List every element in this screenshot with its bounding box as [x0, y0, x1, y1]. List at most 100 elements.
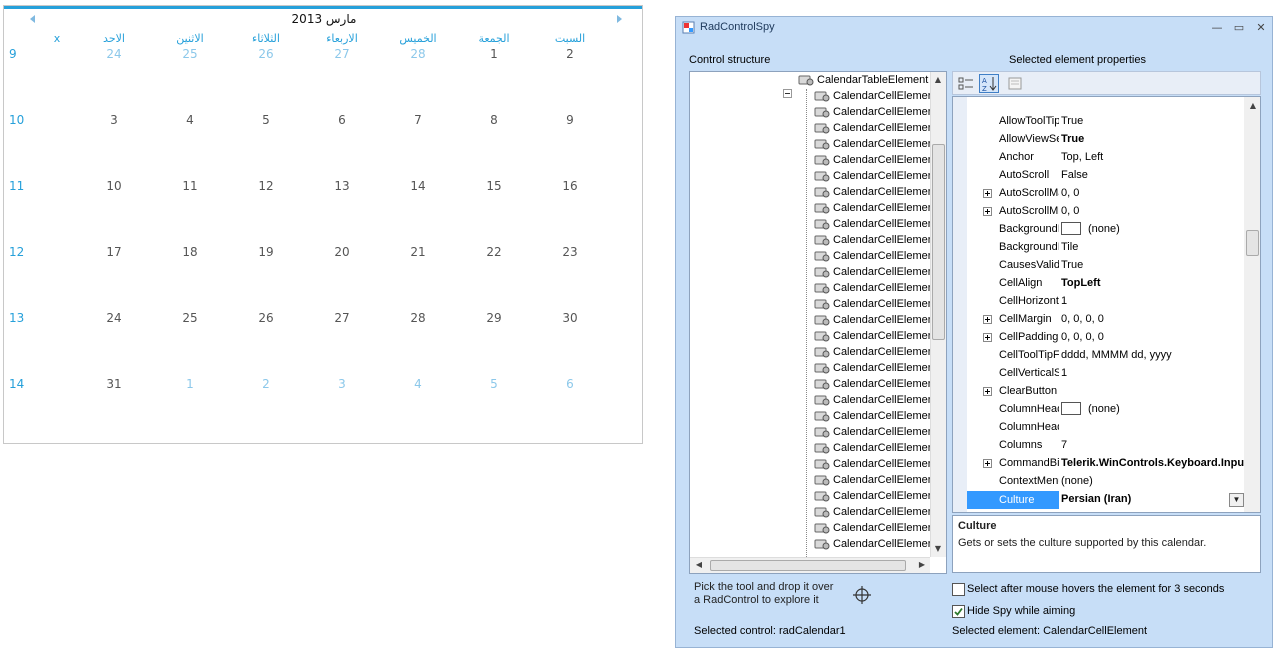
maximize-button[interactable]: ▭: [1230, 20, 1248, 36]
tree-node-cell[interactable]: CalendarCellElement: [814, 138, 937, 154]
calendar-day-cell[interactable]: 4: [152, 113, 228, 127]
property-row[interactable]: CellPadding 0, 0, 0, 0: [953, 329, 1244, 347]
calendar-day-cell[interactable]: 7: [380, 113, 456, 127]
calendar-day-cell[interactable]: 8: [456, 113, 532, 127]
calendar-day-cell[interactable]: 18: [152, 245, 228, 259]
property-row[interactable]: AllowToolTipsTrue: [953, 113, 1244, 131]
property-row[interactable]: CellVerticalSpacing1: [953, 365, 1244, 383]
tree-node-cell[interactable]: CalendarCellElement: [814, 202, 937, 218]
week-number[interactable]: 11: [9, 179, 24, 193]
property-row[interactable]: CommandBindingTelerik.WinControls.Keyboa…: [953, 455, 1244, 473]
tree-node-cell[interactable]: CalendarCellElement: [814, 362, 937, 378]
property-row[interactable]: CellMargin 0, 0, 0, 0: [953, 311, 1244, 329]
calendar-day-cell[interactable]: 16: [532, 179, 608, 193]
tree-node-cell[interactable]: CalendarCellElement: [814, 458, 937, 474]
property-value[interactable]: Tile: [1061, 241, 1078, 253]
property-pages-button[interactable]: [1005, 74, 1025, 93]
property-value[interactable]: 1: [1061, 295, 1067, 307]
property-row[interactable]: Culture Persian (Iran) ▼: [953, 491, 1244, 509]
tree-node-cell[interactable]: CalendarCellElement: [814, 330, 937, 346]
next-month-button[interactable]: [612, 12, 626, 26]
calendar-day-cell[interactable]: 21: [380, 245, 456, 259]
property-value[interactable]: 0, 0, 0, 0: [1061, 313, 1104, 325]
property-row[interactable]: ColumnHeaderText: [953, 419, 1244, 437]
control-tree[interactable]: CalendarTableElement CalendarCellElement…: [689, 71, 947, 574]
property-row[interactable]: AutoScroll False: [953, 167, 1244, 185]
property-value[interactable]: True: [1061, 115, 1083, 127]
expand-plus-icon[interactable]: [983, 333, 992, 342]
calendar-day-cell[interactable]: 17: [76, 245, 152, 259]
tree-node-cell[interactable]: CalendarCellElement: [814, 122, 937, 138]
calendar-day-cell[interactable]: 19: [228, 245, 304, 259]
property-row[interactable]: CellAlign TopLeft: [953, 275, 1244, 293]
property-value[interactable]: (none): [1061, 475, 1093, 487]
tree-vertical-scroll-thumb[interactable]: [932, 144, 945, 340]
expand-plus-icon[interactable]: [983, 387, 992, 396]
calendar-day-cell[interactable]: 6: [304, 113, 380, 127]
calendar-day-cell[interactable]: 28: [380, 311, 456, 325]
tree-node-cell[interactable]: CalendarCellElement: [814, 394, 937, 410]
property-row[interactable]: ColumnHeaderImage (none): [953, 401, 1244, 419]
property-value[interactable]: 0, 0: [1061, 205, 1079, 217]
tree-node-cell[interactable]: CalendarCellElement: [814, 90, 937, 106]
prev-month-button[interactable]: [26, 12, 40, 26]
tree-node-cell[interactable]: CalendarCellElement: [814, 154, 937, 170]
property-row[interactable]: CellHorizontalSpacing1: [953, 293, 1244, 311]
close-button[interactable]: ✕: [1252, 20, 1270, 36]
week-number[interactable]: 12: [9, 245, 24, 259]
tree-node-cell[interactable]: CalendarCellElement: [814, 506, 937, 522]
calendar-day-cell[interactable]: 3: [304, 377, 380, 391]
calendar-day-cell[interactable]: 2: [532, 47, 608, 61]
property-row[interactable]: BackgroundImageLayoutTile: [953, 239, 1244, 257]
property-value[interactable]: Telerik.WinControls.Keyboard.Inpu: [1061, 457, 1244, 469]
hover-select-checkbox[interactable]: [952, 583, 965, 596]
week-number[interactable]: 14: [9, 377, 24, 391]
tree-node-cell[interactable]: CalendarCellElement: [814, 250, 937, 266]
calendar-day-cell[interactable]: 30: [532, 311, 608, 325]
tree-node-cell[interactable]: CalendarCellElement: [814, 282, 937, 298]
tree-node-cell[interactable]: CalendarCellElement: [814, 234, 937, 250]
tree-collapse-toggle[interactable]: [783, 89, 792, 98]
tree-node-cell[interactable]: CalendarCellElement: [814, 106, 937, 122]
tree-horizontal-scroll-thumb[interactable]: [710, 560, 906, 571]
week-number[interactable]: 9: [9, 47, 17, 61]
calendar-day-cell[interactable]: 2: [228, 377, 304, 391]
minimize-button[interactable]: —: [1208, 20, 1226, 36]
tree-node-cell[interactable]: CalendarCellElement: [814, 218, 937, 234]
property-row[interactable]: AutoScrollMinSize0, 0: [953, 203, 1244, 221]
calendar-day-cell[interactable]: 1: [456, 47, 532, 61]
property-row[interactable]: ClearButton: [953, 383, 1244, 401]
hover-select-label[interactable]: Select after mouse hovers the element fo…: [967, 583, 1224, 595]
expand-plus-icon[interactable]: [983, 189, 992, 198]
property-value[interactable]: 1: [1061, 367, 1067, 379]
scroll-down-arrow[interactable]: ▼: [931, 542, 945, 556]
property-grid-scrollbar[interactable]: [1244, 97, 1260, 512]
tree-node-cell[interactable]: CalendarCellElement: [814, 298, 937, 314]
property-value[interactable]: True: [1061, 133, 1084, 145]
week-number[interactable]: 10: [9, 113, 24, 127]
calendar-title[interactable]: مارس 2013: [204, 12, 444, 26]
tree-node-cell[interactable]: CalendarCellElement: [814, 522, 937, 538]
alphabetical-view-button[interactable]: A Z: [979, 74, 999, 93]
calendar-day-cell[interactable]: 25: [152, 311, 228, 325]
tree-node-cell[interactable]: CalendarCellElement: [814, 266, 937, 282]
calendar-day-cell[interactable]: 1: [152, 377, 228, 391]
property-row[interactable]: CausesValidationTrue: [953, 257, 1244, 275]
calendar-day-cell[interactable]: 9: [532, 113, 608, 127]
property-row[interactable]: Anchor Top, Left: [953, 149, 1244, 167]
calendar-day-cell[interactable]: 13: [304, 179, 380, 193]
dropdown-button[interactable]: ▼: [1229, 493, 1244, 507]
tree-node-cell[interactable]: CalendarCellElement: [814, 426, 937, 442]
property-row[interactable]: ContextMenu (none): [953, 473, 1244, 491]
property-value[interactable]: True: [1061, 259, 1083, 271]
property-row[interactable]: AllowViewSelectorTrue: [953, 131, 1244, 149]
calendar-day-cell[interactable]: 28: [380, 47, 456, 61]
property-row[interactable]: BackgroundImage (none): [953, 221, 1244, 239]
tree-node-cell[interactable]: CalendarCellElement: [814, 170, 937, 186]
expand-plus-icon[interactable]: [983, 459, 992, 468]
calendar-day-cell[interactable]: 27: [304, 47, 380, 61]
calendar-day-cell[interactable]: 6: [532, 377, 608, 391]
calendar-day-cell[interactable]: 27: [304, 311, 380, 325]
property-value[interactable]: False: [1061, 169, 1088, 181]
expand-plus-icon[interactable]: [983, 315, 992, 324]
